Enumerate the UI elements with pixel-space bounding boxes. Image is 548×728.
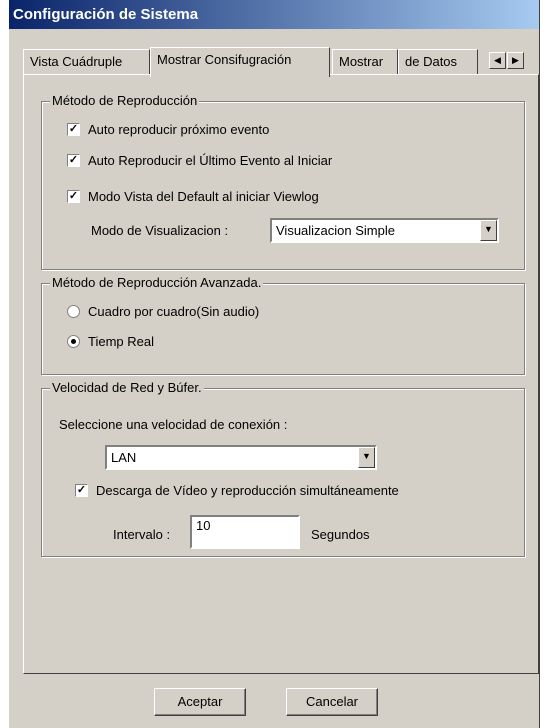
view-mode-select[interactable]: Visualizacion Simple ▼: [270, 218, 499, 243]
input-value: 10: [196, 518, 211, 533]
simultaneous-download-checkbox[interactable]: ✓ Descarga de Vídeo y reproducción simul…: [75, 483, 399, 498]
tab-vista-cuadruple[interactable]: Vista Cuádruple: [23, 49, 150, 75]
checkbox-box[interactable]: ✓: [75, 484, 88, 497]
checkbox-label: Modo Vista del Default al iniciar Viewlo…: [88, 189, 319, 204]
arrow-left-icon: ◀: [494, 55, 501, 65]
tab-mostrar[interactable]: Mostrar: [332, 49, 398, 75]
check-icon: ✓: [68, 123, 79, 135]
title-bar[interactable]: Configuración de Sistema: [9, 0, 539, 29]
auto-next-checkbox[interactable]: ✓ Auto reproducir próximo evento: [67, 122, 269, 137]
tab-scroll-left-button[interactable]: ◀: [489, 52, 506, 69]
tab-de-datos[interactable]: de Datos: [398, 49, 478, 75]
cancel-button[interactable]: Cancelar: [286, 688, 378, 716]
tab-label: Vista Cuádruple: [30, 54, 123, 69]
arrow-right-icon: ▶: [512, 55, 519, 65]
tab-panel: Método de Reproducción ✓ Auto reproducir…: [23, 74, 539, 674]
select-value: Visualizacion Simple: [276, 223, 395, 238]
checkbox-box[interactable]: ✓: [67, 190, 80, 203]
default-view-checkbox[interactable]: ✓ Modo Vista del Default al iniciar View…: [67, 189, 319, 204]
radio-label: Cuadro por cuadro(Sin audio): [88, 304, 260, 319]
real-time-radio[interactable]: Tiemp Real: [67, 334, 154, 349]
checkbox-box[interactable]: ✓: [67, 154, 80, 167]
interval-label: Intervalo :: [113, 527, 170, 542]
check-icon: ✓: [68, 190, 79, 202]
tab-label: de Datos: [405, 54, 458, 69]
advanced-playback-group: Método de Reproducción Avanzada.: [41, 275, 525, 375]
chevron-down-icon: ▼: [362, 451, 371, 461]
auto-last-checkbox[interactable]: ✓ Auto Reproducir el Último Evento al In…: [67, 153, 332, 168]
select-value: LAN: [111, 450, 137, 465]
checkbox-label: Descarga de Vídeo y reproducción simultá…: [96, 483, 399, 498]
group-legend: Método de Reproducción Avanzada.: [50, 275, 264, 291]
check-icon: ✓: [76, 484, 87, 496]
checkbox-label: Auto reproducir próximo evento: [88, 122, 270, 137]
field-label: Intervalo :: [113, 527, 171, 542]
button-label: Aceptar: [177, 694, 223, 709]
radio-label: Tiemp Real: [88, 334, 154, 349]
tab-label: Mostrar: [339, 54, 384, 69]
radio-circle[interactable]: [67, 335, 80, 348]
frame-by-frame-radio[interactable]: Cuadro por cuadro(Sin audio): [67, 304, 259, 319]
dropdown-button[interactable]: ▼: [358, 447, 375, 468]
chevron-down-icon: ▼: [484, 224, 493, 234]
view-mode-label: Modo de Visualizacion :: [91, 223, 228, 238]
ok-button[interactable]: Aceptar: [154, 688, 246, 716]
checkbox-label: Auto Reproducir el Último Evento al Inic…: [88, 153, 333, 168]
tab-mostrar-configuracion[interactable]: Mostrar Consifugración: [150, 47, 330, 77]
settings-dialog: Configuración de Sistema Vista Cuádruple…: [8, 0, 540, 728]
group-legend: Velocidad de Red y Búfer.: [50, 380, 204, 396]
check-icon: ✓: [68, 154, 79, 166]
tab-strip: Vista Cuádruple Mostrar Consifugración M…: [23, 47, 533, 77]
connection-speed-select[interactable]: LAN ▼: [105, 445, 377, 470]
connection-speed-label: Seleccione una velocidad de conexión :: [59, 417, 287, 432]
window-title: Configuración de Sistema: [13, 6, 199, 23]
button-label: Cancelar: [305, 694, 359, 709]
group-legend: Método de Reproducción: [50, 93, 200, 109]
unit-label: Segundos: [311, 527, 370, 542]
tab-scroll-right-button[interactable]: ▶: [507, 52, 524, 69]
interval-unit: Segundos: [311, 527, 370, 542]
dropdown-button[interactable]: ▼: [480, 220, 497, 241]
field-label: Seleccione una velocidad de conexión :: [59, 417, 288, 432]
interval-input[interactable]: 10: [190, 515, 300, 549]
checkbox-box[interactable]: ✓: [67, 123, 80, 136]
field-label: Modo de Visualizacion :: [91, 223, 229, 238]
radio-circle[interactable]: [67, 305, 80, 318]
tab-label: Mostrar Consifugración: [157, 52, 292, 67]
